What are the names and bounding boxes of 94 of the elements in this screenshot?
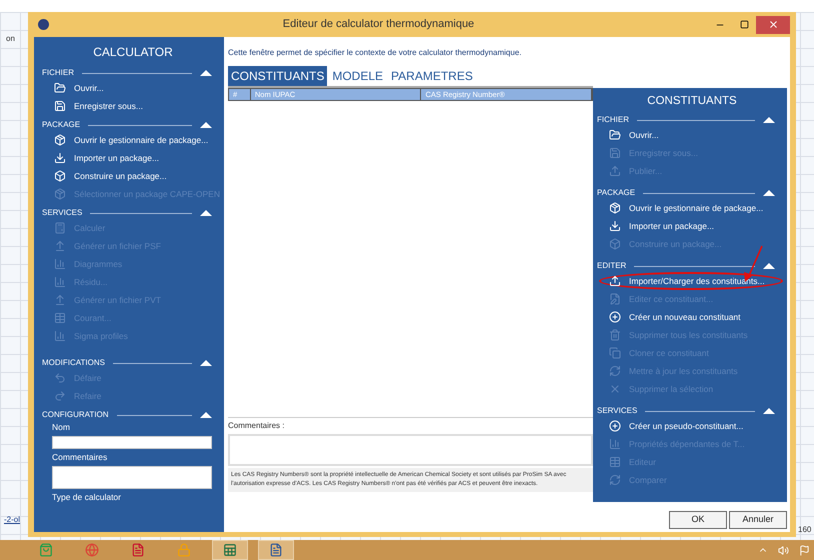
collapse-icon[interactable] [763,263,775,270]
item-icon [609,456,621,468]
item-icon [609,220,621,232]
comments-field[interactable] [52,466,212,488]
app-icon [131,543,145,557]
menu-item[interactable]: Ouvrir le gestionnaire de package... [629,202,764,215]
menu-item[interactable]: Ouvrir le gestionnaire de package... [74,134,208,146]
app-icon [39,543,53,557]
tab[interactable]: CONSTITUANTS [228,66,328,86]
item-icon [54,134,66,146]
section-heading: PACKAGE [597,188,636,198]
section-heading: PACKAGE [42,120,80,130]
item-icon [54,170,66,182]
item-icon [54,294,66,306]
item-icon [609,147,621,160]
item-icon [54,188,66,200]
item-icon [609,165,621,178]
taskbar-button[interactable] [212,540,248,560]
collapse-icon[interactable] [200,412,212,418]
section-heading: FICHIER [597,115,629,126]
tab[interactable]: MODELE [329,66,386,86]
menu-item[interactable]: Ouvrir... [74,82,104,94]
close-button[interactable] [756,16,790,34]
menu-item[interactable]: Importer/Charger des constituants... [629,274,765,288]
app-icon [177,543,191,557]
item-icon [609,202,621,214]
item-icon [54,258,66,270]
item-icon [609,329,621,342]
item-icon [609,238,621,250]
item-icon [609,365,621,378]
app-icon [223,543,237,557]
background-text: 160 [798,524,812,536]
collapse-icon[interactable] [200,210,212,216]
item-icon [609,474,621,486]
item-icon [54,100,66,112]
menu-item[interactable]: Importer un package... [629,220,714,233]
app-icon [85,543,99,557]
collapse-icon[interactable] [763,190,775,196]
item-icon [54,372,66,384]
item-icon [54,152,66,164]
item-icon [54,312,66,324]
menu-item[interactable]: Créer un nouveau constituant [629,310,741,324]
item-icon [54,330,66,342]
name-field[interactable] [52,436,212,449]
collapse-icon[interactable] [763,408,775,414]
item-icon [609,293,621,306]
window-title: Editeur de calculator thermodynamique [282,17,476,32]
section-heading: CONFIGURATION [42,410,109,420]
item-icon [54,276,66,288]
app-logo-icon [38,19,49,30]
field-label: Commentaires [52,450,108,464]
item-icon [609,311,621,324]
item-icon [609,383,621,396]
panel-title: CONSTITUANTS [646,94,738,109]
dialog-button[interactable]: Annuler [729,511,787,529]
item-icon [54,240,66,252]
collapse-icon[interactable] [200,360,212,366]
close-icon [768,19,778,30]
menu-item[interactable]: Importer un package... [74,152,160,164]
menu-item[interactable]: Créer un pseudo-constituant... [629,420,744,433]
collapse-icon[interactable] [763,117,775,124]
background-text: -2-ol [4,514,20,526]
tab[interactable]: PARAMETRES [388,66,476,86]
comments-label: Commentaires : [228,420,286,432]
collapse-icon[interactable] [200,122,212,128]
collapse-icon[interactable] [200,70,212,76]
section-heading: SERVICES [42,208,82,218]
field-label: Nom [52,421,71,434]
item-icon [54,222,66,234]
item-icon [54,390,66,402]
dialog-button[interactable]: OK [669,511,727,529]
section-heading: FICHIER [42,68,74,78]
comments-field[interactable] [228,434,593,466]
app-icon [269,543,283,557]
background-text: on [6,33,15,45]
item-icon [609,420,621,432]
menu-item[interactable]: Construire un package... [74,170,167,182]
speaker-icon[interactable] [778,544,789,556]
section-heading: EDITER [597,261,626,272]
menu-item[interactable]: Ouvrir... [629,128,659,142]
item-icon [609,438,621,450]
panel-title: CALCULATOR [92,44,174,61]
taskbar-button[interactable] [258,540,294,560]
item-icon [609,129,621,142]
section-heading: SERVICES [597,406,638,416]
item-icon [609,275,621,288]
description-text: Cette fenêtre permet de spécifier le contexte de votre calculator thermodynamique. [228,47,522,59]
flag-icon[interactable] [799,544,810,556]
section-heading: MODIFICATIONS [42,358,105,368]
field-label: Type de calculator [52,490,122,504]
maximize-icon [740,20,748,29]
item-icon [609,347,621,360]
item-icon [54,82,66,94]
menu-item[interactable]: Enregistrer sous... [74,100,143,112]
